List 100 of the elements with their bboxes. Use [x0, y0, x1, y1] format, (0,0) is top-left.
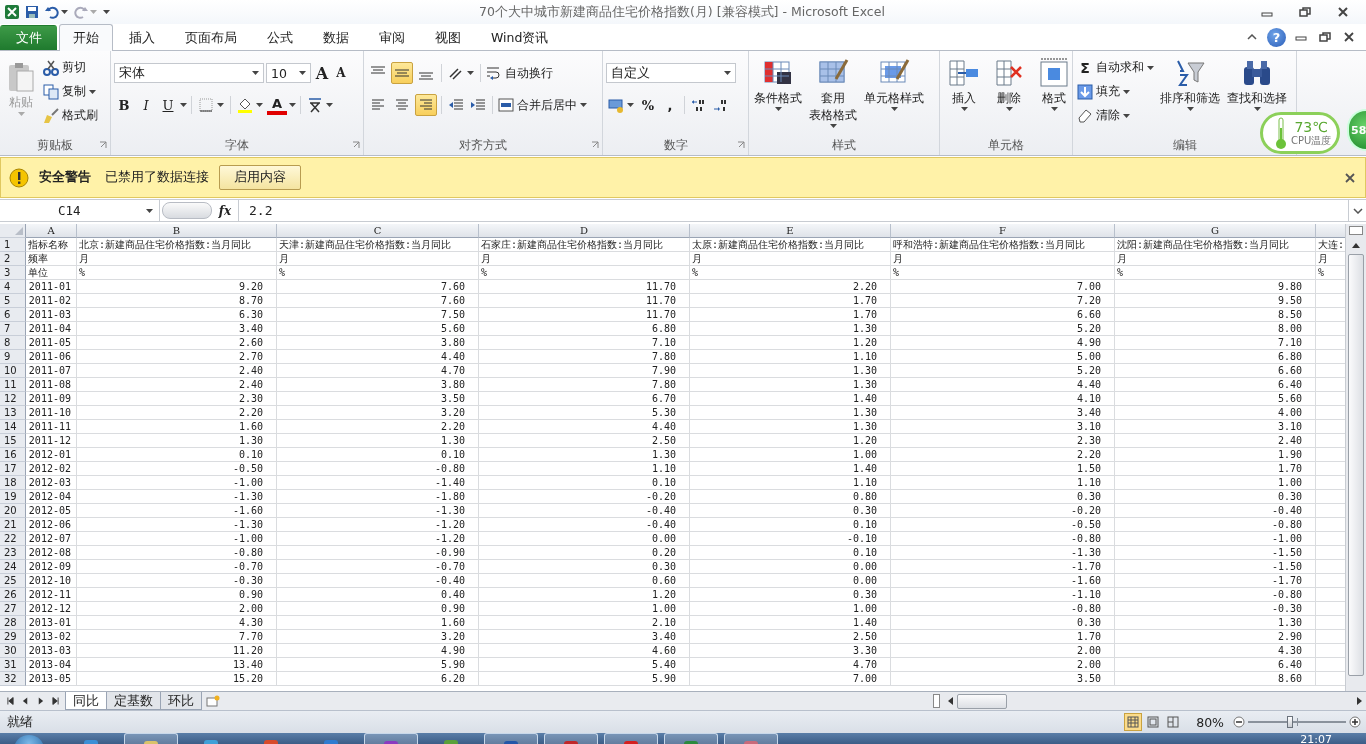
- font-name-field[interactable]: 宋体: [114, 63, 264, 83]
- row-header[interactable]: 28: [0, 616, 26, 630]
- row-header[interactable]: 12: [0, 392, 26, 406]
- first-sheet-button[interactable]: [4, 694, 17, 708]
- zoom-in-button[interactable]: [1348, 715, 1362, 729]
- select-all-button[interactable]: [0, 224, 26, 238]
- comma-button[interactable]: ,: [660, 94, 680, 116]
- editing-button[interactable]: 查找和选择: [1225, 55, 1289, 111]
- last-sheet-button[interactable]: [49, 694, 62, 708]
- shrink-font-button[interactable]: A: [333, 62, 349, 84]
- row-header[interactable]: 18: [0, 476, 26, 490]
- view-button[interactable]: [1124, 713, 1143, 731]
- row-header[interactable]: 17: [0, 462, 26, 476]
- row-header[interactable]: 8: [0, 336, 26, 350]
- sheet-tab[interactable]: 同比: [65, 692, 107, 710]
- font-size-field[interactable]: 10: [266, 63, 311, 83]
- cells-button[interactable]: 删除: [988, 55, 1030, 113]
- font-style-button[interactable]: B: [114, 94, 134, 116]
- style-button[interactable]: 条件格式: [752, 55, 804, 111]
- zoom-slider[interactable]: [1248, 715, 1346, 729]
- row-header[interactable]: 27: [0, 602, 26, 616]
- row-header[interactable]: 1: [0, 238, 26, 252]
- ribbon-tab[interactable]: 开始: [59, 24, 113, 51]
- row-header[interactable]: 20: [0, 504, 26, 518]
- clipboard-button[interactable]: 剪切: [42, 57, 99, 78]
- column-header[interactable]: D: [479, 224, 690, 238]
- row-header[interactable]: 15: [0, 434, 26, 448]
- percent-button[interactable]: %: [638, 94, 658, 116]
- name-box[interactable]: C14: [0, 200, 160, 221]
- style-button[interactable]: 套用 表格格式: [807, 55, 859, 128]
- row-header[interactable]: 23: [0, 546, 26, 560]
- row-header[interactable]: 11: [0, 378, 26, 392]
- expand-formula-button[interactable]: [1348, 200, 1366, 221]
- row-header[interactable]: 22: [0, 532, 26, 546]
- enable-content-button[interactable]: 启用内容: [219, 165, 301, 190]
- ribbon-tab[interactable]: Wind资讯: [477, 25, 563, 50]
- cells-button[interactable]: 格式: [1033, 55, 1075, 113]
- row-header[interactable]: 32: [0, 672, 26, 686]
- grow-font-button[interactable]: A: [313, 62, 331, 84]
- dialog-launcher-icon[interactable]: [352, 141, 360, 149]
- editing-button[interactable]: 填充: [1076, 81, 1155, 102]
- font-style-button[interactable]: U: [158, 94, 178, 116]
- clipboard-button[interactable]: 格式刷: [42, 105, 99, 126]
- zoom-out-button[interactable]: [1232, 715, 1246, 729]
- ribbon-tab[interactable]: 数据: [309, 25, 363, 50]
- row-header[interactable]: 21: [0, 518, 26, 532]
- row-header[interactable]: 5: [0, 294, 26, 308]
- column-header[interactable]: B: [77, 224, 277, 238]
- row-header[interactable]: 10: [0, 364, 26, 378]
- column-header[interactable]: F: [891, 224, 1115, 238]
- sheet-tab[interactable]: 定基数: [106, 692, 161, 710]
- scrollbar-thumb[interactable]: [957, 693, 1007, 709]
- ribbon-tab[interactable]: 插入: [115, 25, 169, 50]
- row-header[interactable]: 30: [0, 644, 26, 658]
- wrap-text-button[interactable]: 自动换行: [485, 62, 554, 84]
- dialog-launcher-icon[interactable]: [591, 141, 599, 149]
- row-header[interactable]: 9: [0, 350, 26, 364]
- column-header[interactable]: A: [26, 224, 77, 238]
- sheet-tab[interactable]: 环比: [160, 692, 202, 710]
- dialog-launcher-icon[interactable]: [737, 141, 745, 149]
- row-header[interactable]: 26: [0, 588, 26, 602]
- font-style-button[interactable]: I: [136, 94, 156, 116]
- row-header[interactable]: 29: [0, 630, 26, 644]
- cpu-temperature-widget[interactable]: 73℃ CPU温度: [1260, 112, 1340, 154]
- zoom-slider-thumb[interactable]: [1287, 716, 1294, 728]
- row-header[interactable]: 13: [0, 406, 26, 420]
- split-handle[interactable]: [933, 694, 940, 708]
- ribbon-tab[interactable]: 视图: [421, 25, 475, 50]
- clipboard-button[interactable]: 复制: [42, 81, 99, 102]
- column-header[interactable]: G: [1115, 224, 1316, 238]
- column-header[interactable]: C: [277, 224, 479, 238]
- editing-button[interactable]: 排序和筛选: [1158, 55, 1222, 111]
- style-button[interactable]: 单元格样式: [862, 55, 926, 111]
- row-header[interactable]: 2: [0, 252, 26, 266]
- insert-function-button[interactable]: fx: [212, 203, 238, 218]
- row-header[interactable]: 7: [0, 322, 26, 336]
- number-format-field[interactable]: 自定义: [606, 63, 736, 83]
- formula-field[interactable]: 2.2: [238, 200, 1348, 221]
- row-header[interactable]: 24: [0, 560, 26, 574]
- row-header[interactable]: 4: [0, 280, 26, 294]
- row-header[interactable]: 19: [0, 490, 26, 504]
- row-header[interactable]: 6: [0, 308, 26, 322]
- split-handle[interactable]: [1349, 226, 1363, 235]
- vertical-align-button[interactable]: [391, 62, 413, 84]
- clock[interactable]: 21:07: [1300, 733, 1332, 744]
- row-header[interactable]: 3: [0, 266, 26, 280]
- editing-button[interactable]: Σ 自动求和: [1076, 57, 1155, 78]
- dialog-launcher-icon[interactable]: [99, 141, 107, 149]
- merge-center-button[interactable]: 合并后居中: [497, 94, 588, 116]
- close-button[interactable]: [1343, 170, 1357, 185]
- ribbon-tab[interactable]: 页面布局: [171, 25, 251, 50]
- horizontal-align-button[interactable]: [415, 94, 437, 116]
- font-color-button[interactable]: A: [267, 95, 287, 115]
- cells-button[interactable]: 插入: [943, 55, 985, 113]
- row-header[interactable]: 25: [0, 574, 26, 588]
- ribbon-tab[interactable]: 审阅: [365, 25, 419, 50]
- row-header[interactable]: 31: [0, 658, 26, 672]
- scrollbar-thumb[interactable]: [1348, 254, 1364, 676]
- formula-bar-handle[interactable]: [162, 202, 212, 219]
- ribbon-tab[interactable]: 公式: [253, 25, 307, 50]
